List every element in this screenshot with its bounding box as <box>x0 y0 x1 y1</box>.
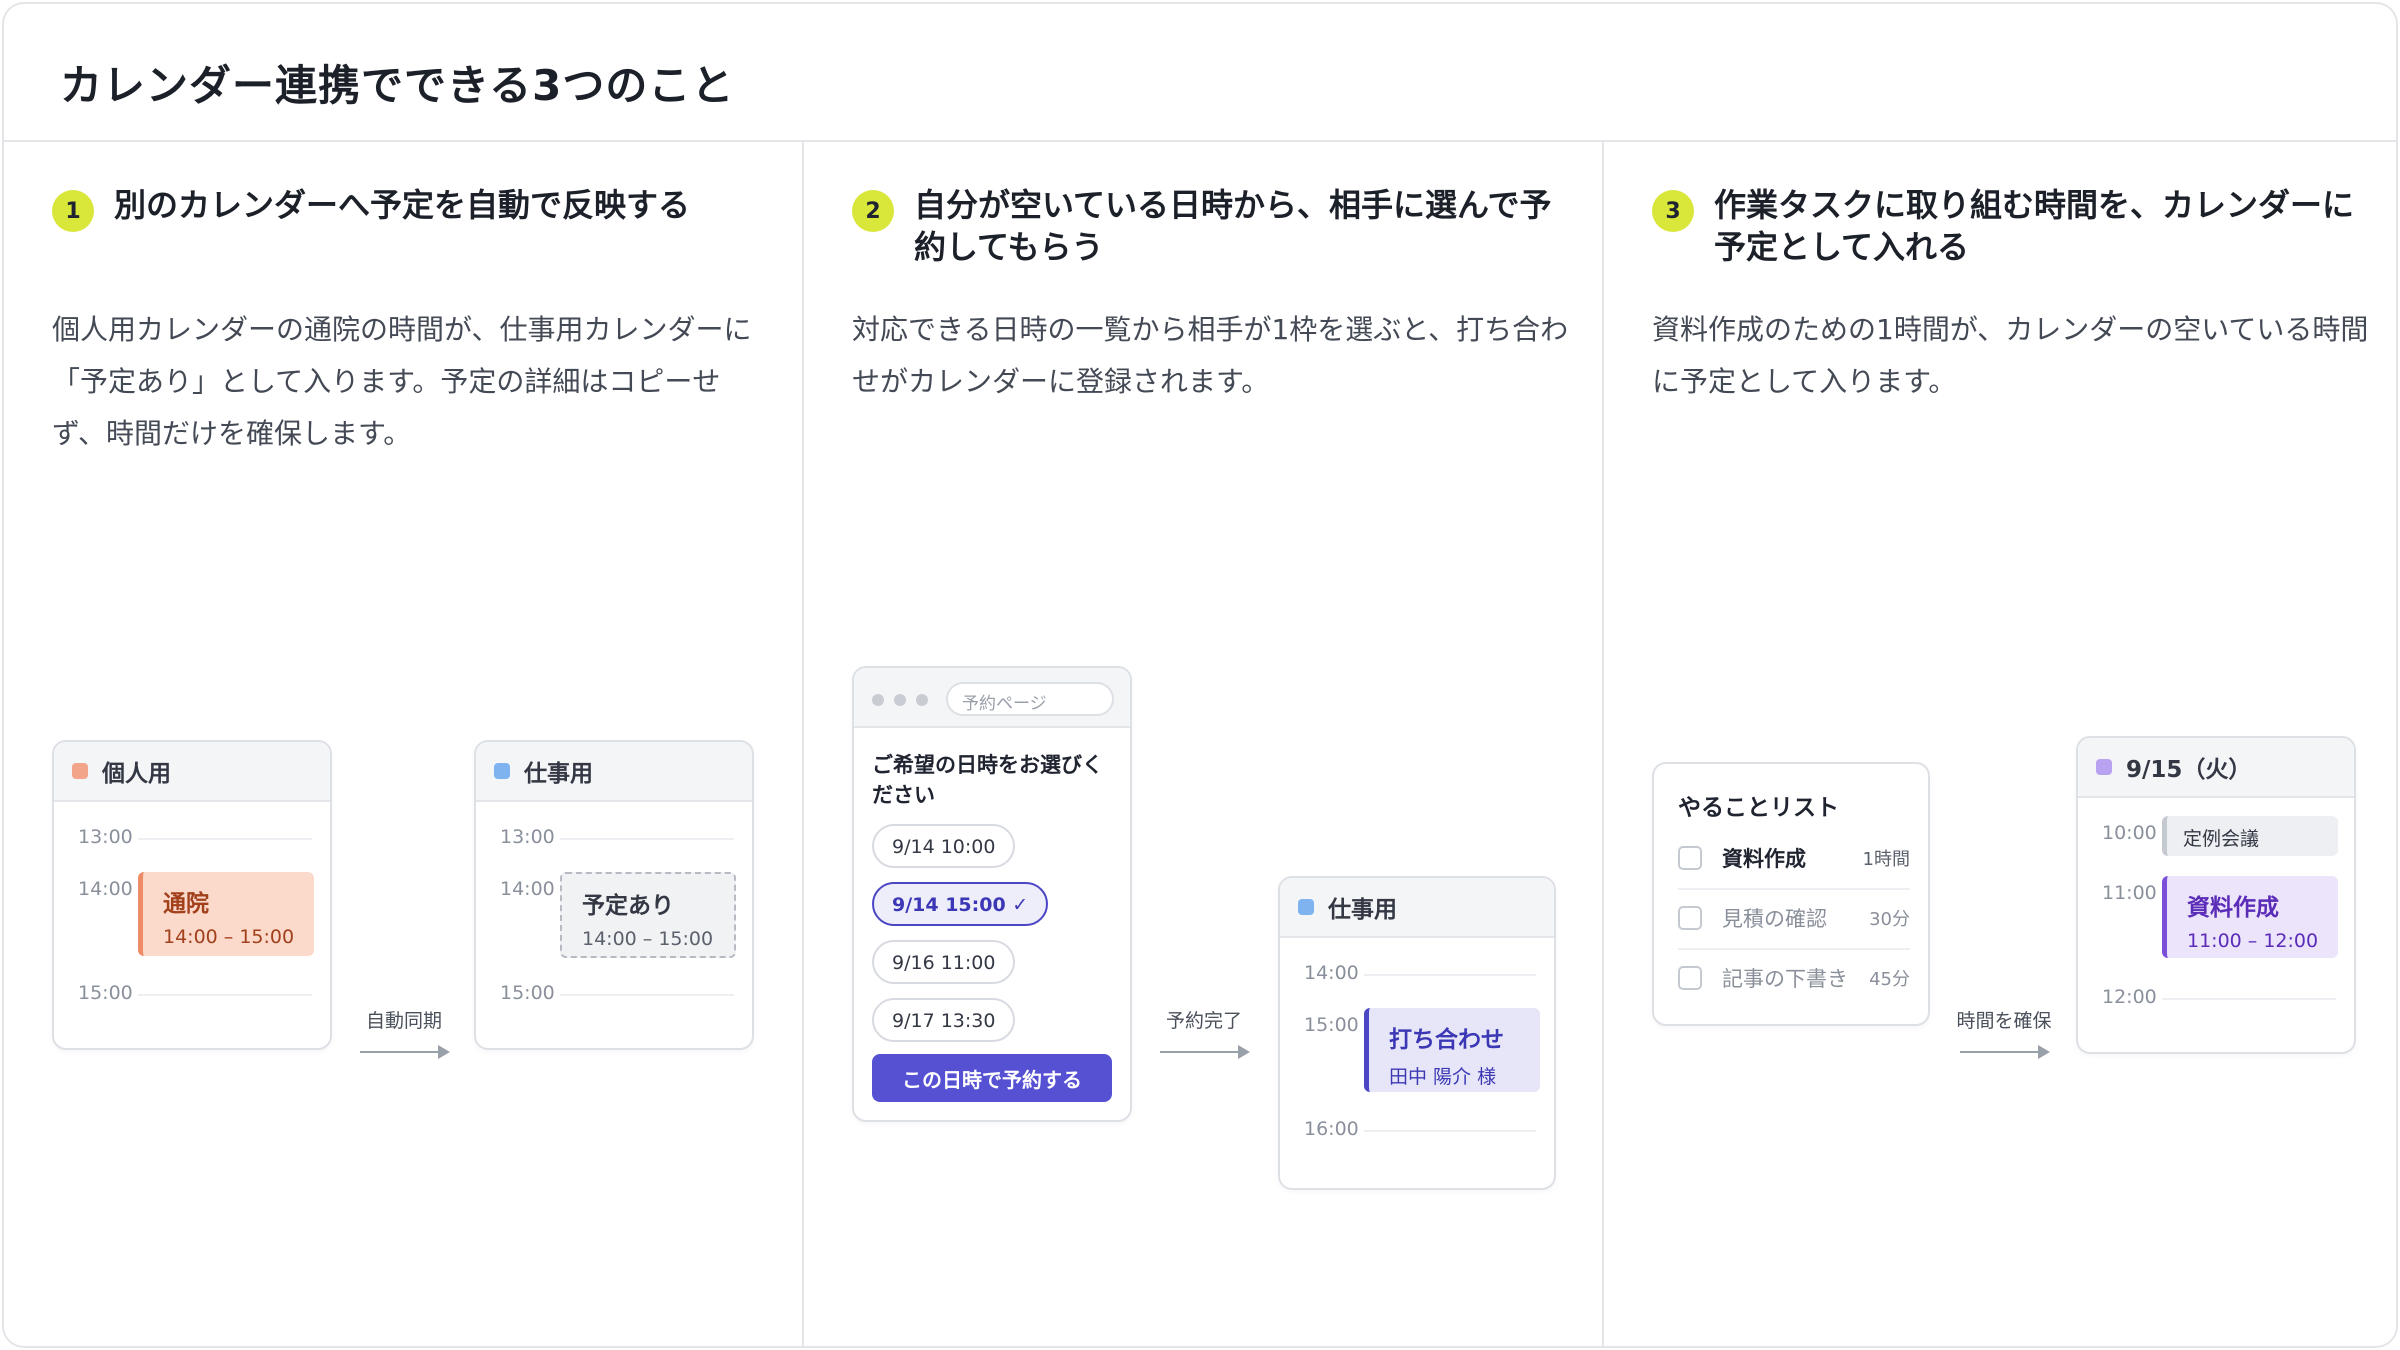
calendar-header: 仕事用 <box>1280 878 1554 938</box>
time-slot-option[interactable]: 9/14 10:00 <box>872 824 1016 868</box>
hour-line <box>560 838 734 840</box>
todo-item[interactable]: 記事の下書き 45分 <box>1678 948 1910 1008</box>
checkbox[interactable] <box>1678 906 1702 930</box>
event-title: 資料作成 <box>2187 895 2279 921</box>
calendar-title: 仕事用 <box>1328 897 1397 923</box>
todo-item[interactable]: 資料作成 1時間 <box>1678 828 1910 888</box>
feature-description: 対応できる日時の一覧から相手が1枠を選ぶと、打ち合わせがカレンダーに登録されます… <box>852 313 1569 398</box>
booking-page-window: 予約ページ ご希望の日時をお選びください 9/14 10:00 9/14 15:… <box>852 666 1132 1122</box>
browser-bar: 予約ページ <box>854 668 1130 728</box>
feature-description: 資料作成のための1時間が、カレンダーの空いている時間に予定として入ります。 <box>1652 313 2369 398</box>
window-controls <box>872 694 928 706</box>
calendar-title: 仕事用 <box>524 761 593 787</box>
feature-description: 個人用カレンダーの通院の時間が、仕事用カレンダーに「予定あり」として入ります。予… <box>52 313 752 450</box>
allocate-arrow: 時間を確保 <box>1954 1006 2054 1059</box>
calendar-date-title: 9/15（火） <box>2126 757 2252 783</box>
feature-column-3: 3 作業タスクに取り組む時間を、カレンダーに予定として入れる 資料作成のための1… <box>1604 142 2396 1346</box>
todo-item[interactable]: 見積の確認 30分 <box>1678 888 1910 948</box>
calendar-header: 9/15（火） <box>2078 738 2354 798</box>
step-number-badge: 3 <box>1652 190 1694 232</box>
hour-line <box>1364 974 1536 976</box>
hour-line <box>560 994 734 996</box>
todo-label: 資料作成 <box>1722 847 1806 871</box>
checkbox[interactable] <box>1678 846 1702 870</box>
arrow-right-icon <box>1160 1045 1250 1059</box>
time-label: 13:00 <box>78 826 133 848</box>
window-dot <box>872 694 884 706</box>
arrow-label: 予約完了 <box>1165 1010 1242 1032</box>
event-time: 14:00 – 15:00 <box>163 926 295 948</box>
feature-title: 自分が空いている日時から、相手に選んで予約してもらう <box>914 186 1552 266</box>
time-label: 16:00 <box>1304 1118 1359 1140</box>
booking-prompt: ご希望の日時をお選びください <box>872 753 1103 807</box>
todo-duration: 1時間 <box>1862 849 1910 870</box>
calendar-color-swatch <box>72 763 88 779</box>
step-number-badge: 1 <box>52 190 94 232</box>
feature-column-2: 2 自分が空いている日時から、相手に選んで予約してもらう 対応できる日時の一覧か… <box>804 142 1602 1346</box>
time-slot-option[interactable]: 9/16 11:00 <box>872 940 1016 984</box>
calendar-color-swatch <box>494 763 510 779</box>
time-label: 15:00 <box>500 982 555 1004</box>
todo-list-title: やることリスト <box>1678 795 1839 821</box>
work-calendar-card: 仕事用 13:00 14:00 15:00 予定あり 14:00 – 15:00 <box>474 740 754 1050</box>
time-label: 12:00 <box>2102 986 2157 1008</box>
feature-column-1: 1 別のカレンダーへ予定を自動で反映する 個人用カレンダーの通院の時間が、仕事用… <box>4 142 802 1346</box>
step-number-badge: 2 <box>852 190 894 232</box>
sync-arrow: 自動同期 <box>354 1006 454 1059</box>
arrow-label: 時間を確保 <box>1956 1010 2052 1032</box>
work-calendar-card: 仕事用 14:00 15:00 16:00 打ち合わせ 田中 陽介 様 <box>1278 876 1556 1190</box>
busy-placeholder-event[interactable]: 予定あり 14:00 – 15:00 <box>560 872 736 958</box>
day-calendar-card: 9/15（火） 10:00 11:00 12:00 定例会議 資料作成 11:0… <box>2076 736 2356 1054</box>
calendar-header: 個人用 <box>54 742 330 802</box>
time-slot-option-selected[interactable]: 9/14 15:00 ✓ <box>872 882 1049 926</box>
todo-duration: 45分 <box>1869 969 1910 990</box>
todo-list-card: やることリスト 資料作成 1時間 見積の確認 30分 記事の下書き 45分 <box>1652 762 1930 1026</box>
time-label: 15:00 <box>1304 1014 1359 1036</box>
calendar-header: 仕事用 <box>476 742 752 802</box>
event-time: 14:00 – 15:00 <box>582 928 714 950</box>
hour-line <box>1364 1130 1536 1132</box>
time-label: 14:00 <box>1304 962 1359 984</box>
event-time: 11:00 – 12:00 <box>2187 930 2319 952</box>
time-label: 10:00 <box>2102 822 2157 844</box>
calendar-color-swatch <box>1298 899 1314 915</box>
todo-label: 見積の確認 <box>1722 907 1827 931</box>
time-label: 11:00 <box>2102 882 2157 904</box>
window-dot <box>894 694 906 706</box>
hour-line <box>138 838 312 840</box>
checkbox[interactable] <box>1678 966 1702 990</box>
feature-title: 別のカレンダーへ予定を自動で反映する <box>114 186 691 224</box>
existing-event[interactable]: 定例会議 <box>2162 816 2338 856</box>
window-dot <box>916 694 928 706</box>
book-button[interactable]: この日時で予約する <box>872 1054 1112 1102</box>
event-title: 定例会議 <box>2183 828 2260 850</box>
arrow-label: 自動同期 <box>365 1010 442 1032</box>
time-label: 15:00 <box>78 982 133 1004</box>
url-bar[interactable]: 予約ページ <box>946 682 1114 716</box>
calendar-event[interactable]: 資料作成 11:00 – 12:00 <box>2162 876 2338 958</box>
time-label: 14:00 <box>500 878 555 900</box>
event-title: 通院 <box>163 891 209 917</box>
personal-calendar-card: 個人用 13:00 14:00 15:00 通院 14:00 – 15:00 <box>52 740 332 1050</box>
card-frame: カレンダー連携でできる3つのこと 1 別のカレンダーへ予定を自動で反映する 個人… <box>2 2 2398 1348</box>
arrow-right-icon <box>360 1045 450 1059</box>
booked-arrow: 予約完了 <box>1154 1006 1254 1059</box>
todo-duration: 30分 <box>1869 909 1910 930</box>
hour-line <box>2162 998 2336 1000</box>
arrow-right-icon <box>1960 1045 2050 1059</box>
hour-line <box>138 994 312 996</box>
time-label: 13:00 <box>500 826 555 848</box>
event-title: 打ち合わせ <box>1389 1027 1504 1053</box>
calendar-color-swatch <box>2096 759 2112 775</box>
event-attendee: 田中 陽介 様 <box>1389 1066 1497 1088</box>
page-title: カレンダー連携でできる3つのこと <box>60 61 735 110</box>
feature-title: 作業タスクに取り組む時間を、カレンダーに予定として入れる <box>1714 186 2355 266</box>
time-label: 14:00 <box>78 878 133 900</box>
calendar-event[interactable]: 打ち合わせ 田中 陽介 様 <box>1364 1008 1540 1092</box>
calendar-event[interactable]: 通院 14:00 – 15:00 <box>138 872 314 956</box>
todo-label: 記事の下書き <box>1722 967 1848 991</box>
event-title: 予定あり <box>582 893 674 919</box>
calendar-title: 個人用 <box>102 761 171 787</box>
time-slot-option[interactable]: 9/17 13:30 <box>872 998 1016 1042</box>
